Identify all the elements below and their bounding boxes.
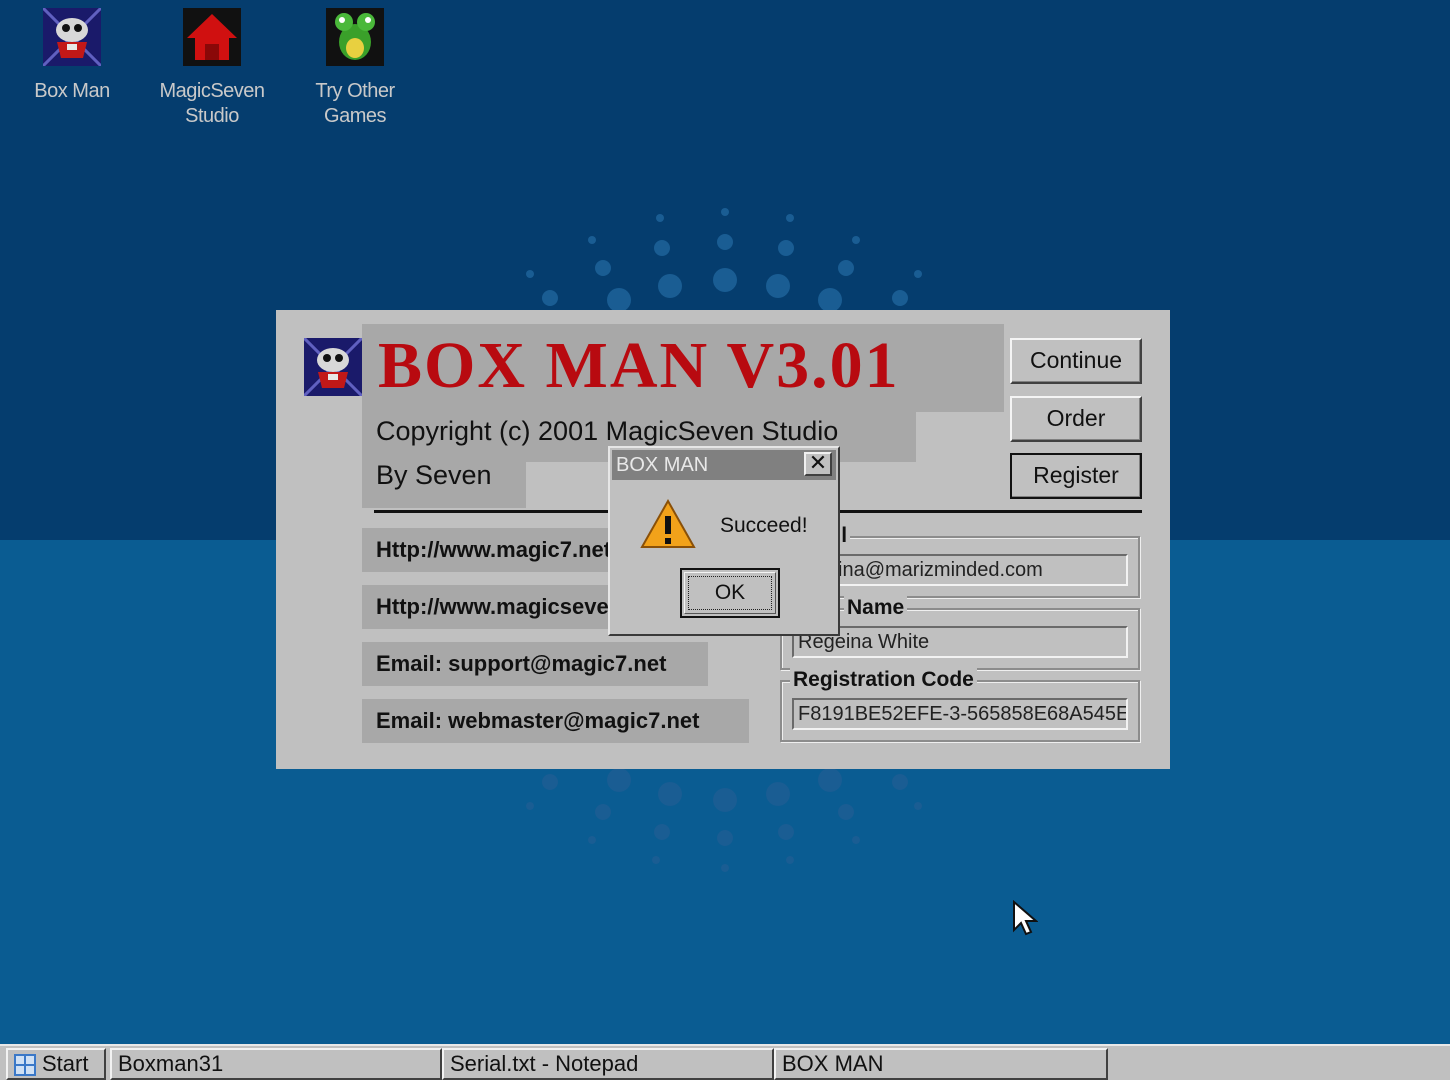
app-title: BOX MAN V3.01 <box>378 329 900 402</box>
boxman-logo-icon <box>304 338 362 396</box>
close-icon: ✕ <box>808 450 828 475</box>
taskbar: Start Boxman31 Serial.txt - Notepad BOX … <box>0 1044 1450 1080</box>
link-website-magicseven[interactable]: Http://www.magicseven.com <box>362 585 610 629</box>
desktop-icon-label-line1: Try Other <box>315 80 395 102</box>
name-field[interactable]: Regeina White <box>792 626 1128 658</box>
copyright-text: Copyright (c) 2001 MagicSeven Studio <box>376 416 839 446</box>
dialog-close-button[interactable]: ✕ <box>804 452 832 476</box>
registration-code-field[interactable]: F8191BE52EFE-3-565858E68A545EC <box>792 698 1128 730</box>
start-label: Start <box>42 1051 89 1076</box>
dialog-message: Succeed! <box>720 514 808 537</box>
desktop-icon-label-line2: Studio <box>185 105 239 127</box>
registration-code-label: Registration Code <box>790 668 977 692</box>
link-email-support[interactable]: Email: support@magic7.net <box>362 642 708 686</box>
taskbar-item-box-man[interactable]: BOX MAN <box>774 1048 1108 1080</box>
register-label: Register <box>1033 462 1119 488</box>
desktop-icon-label-line1: MagicSeven <box>159 80 265 102</box>
dialog-titlebar[interactable]: BOX MAN <box>612 450 836 480</box>
ok-button[interactable]: OK <box>680 568 780 618</box>
desktop-icon-label-line2: Games <box>324 105 386 127</box>
continue-button[interactable]: Continue <box>1010 338 1142 384</box>
success-dialog: BOX MAN ✕ Succeed! OK <box>608 446 840 636</box>
windows-logo-icon <box>14 1054 36 1076</box>
order-button[interactable]: Order <box>1010 396 1142 442</box>
name-label: Name <box>844 596 908 620</box>
desktop-icon-box-man[interactable]: Box Man <box>12 0 132 104</box>
taskbar-item-boxman31[interactable]: Boxman31 <box>110 1048 442 1080</box>
dialog-title: BOX MAN <box>616 454 709 476</box>
desktop-icon-try-other-games[interactable]: Try Other Games <box>295 0 415 129</box>
ok-button-label: OK <box>688 576 772 610</box>
link-website-magic7[interactable]: Http://www.magic7.net <box>362 528 610 572</box>
link-email-webmaster[interactable]: Email: webmaster@magic7.net <box>362 699 749 743</box>
desktop-icon-magicseven-studio[interactable]: MagicSeven Studio <box>152 0 272 129</box>
warning-icon <box>640 498 696 548</box>
boxman-icon <box>41 6 103 68</box>
continue-label: Continue <box>1029 347 1123 373</box>
home-icon <box>183 8 241 66</box>
register-button[interactable]: Register <box>1010 453 1142 499</box>
desktop-icon-label: Box Man <box>34 80 110 102</box>
start-button[interactable]: Start <box>6 1048 106 1080</box>
email-field[interactable]: regeina@marizminded.com <box>792 554 1128 586</box>
author-text: By Seven <box>376 460 492 490</box>
dinosaur-icon <box>326 8 384 66</box>
order-label: Order <box>1046 405 1106 431</box>
mouse-cursor-icon <box>1013 900 1038 936</box>
taskbar-item-notepad[interactable]: Serial.txt - Notepad <box>442 1048 774 1080</box>
